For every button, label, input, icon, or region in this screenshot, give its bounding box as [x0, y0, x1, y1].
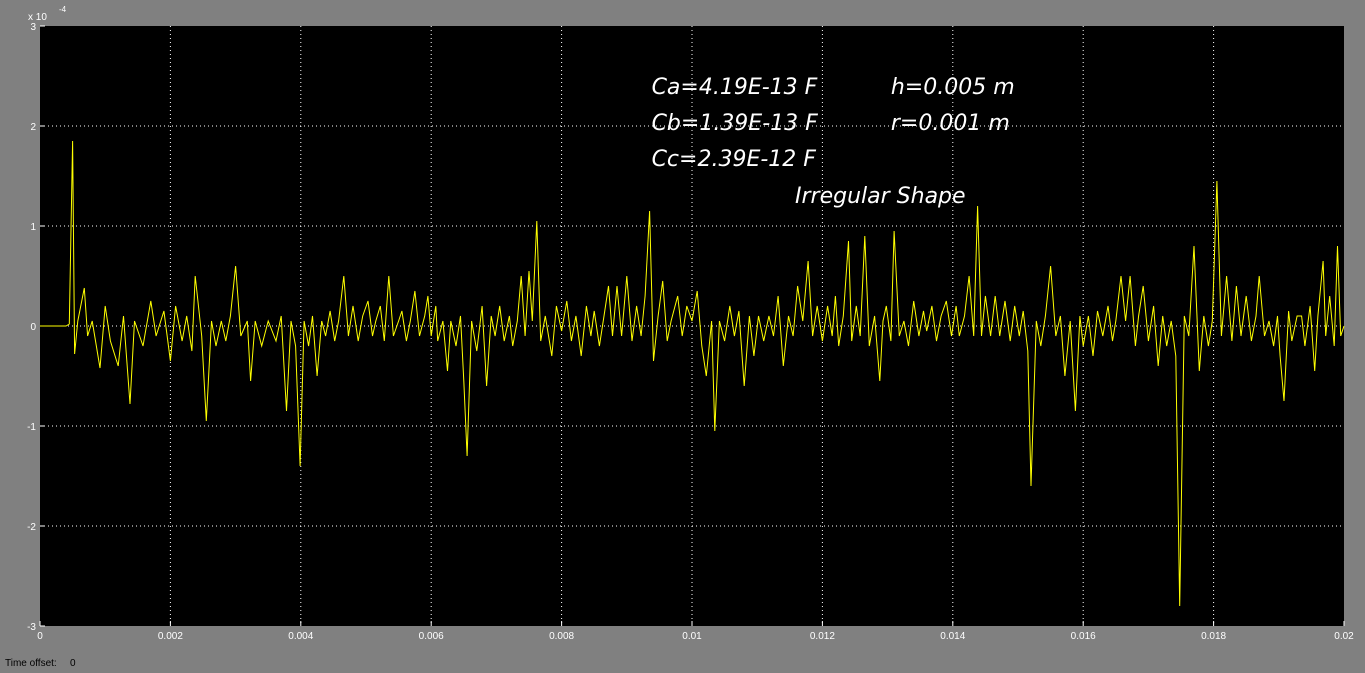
- scope-plot: 0 0.002 0.004 0.006 0.008 0.01 0.012 0.014 0.016…: [27, 5, 1354, 642]
- status-bar: Time offset: 0: [0, 652, 1365, 673]
- x-tick-label: 0.006: [419, 631, 444, 642]
- y-tick-label: 3: [30, 22, 36, 33]
- time-offset-value: 0: [70, 658, 76, 669]
- x-tick-label: 0.016: [1071, 631, 1096, 642]
- y-exponent-base: x 10: [28, 12, 47, 23]
- y-tick-label: 1: [30, 222, 36, 233]
- y-tick-label: 2: [30, 122, 36, 133]
- x-tick-label: 0.004: [288, 631, 313, 642]
- y-exponent-power: -4: [59, 5, 67, 14]
- x-tick-label: 0.002: [158, 631, 183, 642]
- y-tick-label: 0: [30, 322, 36, 333]
- annotation-r: r=0.001 m: [891, 111, 1010, 136]
- x-tick-label: 0.01: [682, 631, 702, 642]
- x-tick-label: 0.02: [1334, 631, 1354, 642]
- annotation-cb: Cb=1.39E-13 F: [652, 111, 819, 136]
- time-offset-label: Time offset:: [5, 658, 57, 669]
- annotation-ca: Ca=4.19E-13 F: [652, 75, 818, 100]
- scope-window: 0 0.002 0.004 0.006 0.008 0.01 0.012 0.014 0.016…: [0, 0, 1365, 673]
- x-tick-label: 0.014: [940, 631, 965, 642]
- y-tick-label: -3: [27, 622, 36, 633]
- annotation-shape: Irregular Shape: [795, 184, 966, 209]
- annotation-cc: Cc=2.39E-12 F: [652, 147, 817, 172]
- annotation-h: h=0.005 m: [891, 75, 1015, 100]
- x-tick-label: 0.008: [549, 631, 574, 642]
- x-tick-label: 0: [37, 631, 43, 642]
- x-tick-label: 0.018: [1201, 631, 1226, 642]
- y-tick-label: -1: [27, 422, 36, 433]
- x-tick-label: 0.012: [810, 631, 835, 642]
- y-tick-label: -2: [27, 522, 36, 533]
